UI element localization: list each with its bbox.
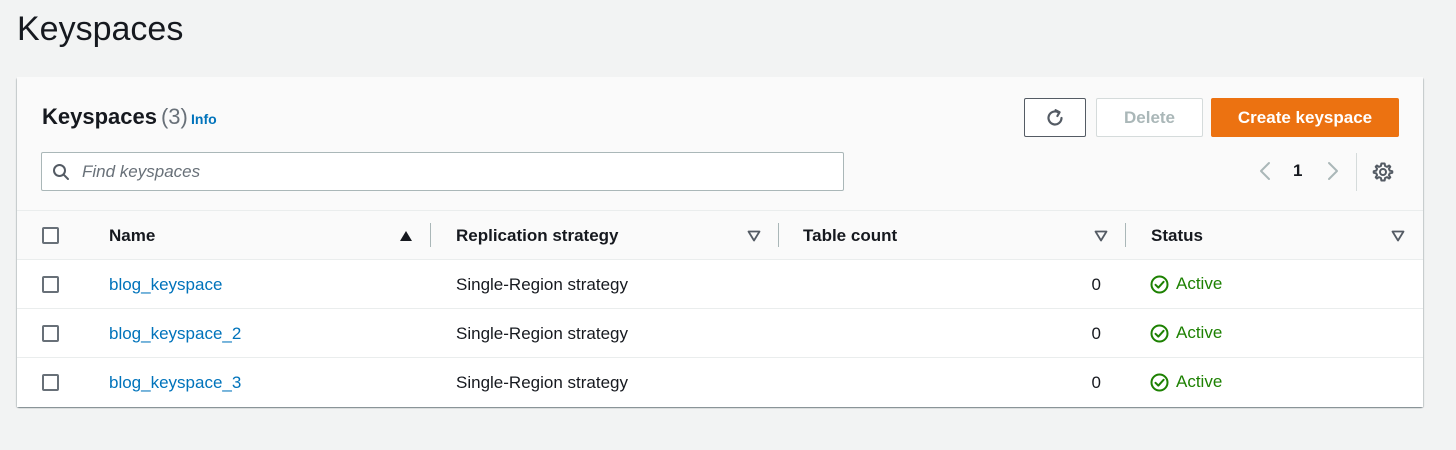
check-circle-icon xyxy=(1150,324,1169,342)
sort-icon[interactable] xyxy=(1094,230,1108,242)
table-header-row: Name Replication strategy Table count St… xyxy=(17,211,1423,260)
keyspace-name-link[interactable]: blog_keyspace xyxy=(109,275,222,295)
search-icon xyxy=(53,164,69,180)
keyspace-count: (3) xyxy=(160,104,188,129)
create-keyspace-button[interactable]: Create keyspace xyxy=(1211,98,1399,137)
column-divider[interactable] xyxy=(1125,223,1126,247)
chevron-right-icon[interactable] xyxy=(1325,160,1341,182)
row-checkbox[interactable] xyxy=(42,325,59,342)
page-title: Keyspaces xyxy=(17,10,184,48)
column-header-table-count[interactable]: Table count xyxy=(803,226,897,246)
column-divider[interactable] xyxy=(778,223,779,247)
replication-strategy-cell: Single-Region strategy xyxy=(456,275,628,294)
table-count-cell: 0 xyxy=(1091,324,1101,343)
table-count-cell: 0 xyxy=(1091,373,1101,392)
sort-icon[interactable] xyxy=(1391,230,1405,242)
status-badge: Active xyxy=(1150,274,1222,294)
keyspace-name-link[interactable]: blog_keyspace_2 xyxy=(109,324,241,344)
refresh-button[interactable] xyxy=(1024,98,1086,137)
status-text: Active xyxy=(1176,274,1223,293)
row-checkbox[interactable] xyxy=(42,276,59,293)
status-badge: Active xyxy=(1150,323,1222,343)
table-row: blog_keyspace_2 Single-Region strategy 0… xyxy=(17,309,1423,358)
replication-strategy-cell: Single-Region strategy xyxy=(456,324,628,343)
column-header-name[interactable]: Name xyxy=(109,226,155,246)
column-header-status[interactable]: Status xyxy=(1151,226,1203,246)
table-row: blog_keyspace Single-Region strategy 0 A… xyxy=(17,260,1423,309)
check-circle-icon xyxy=(1150,275,1169,293)
status-badge: Active xyxy=(1150,372,1222,392)
delete-button[interactable]: Delete xyxy=(1096,98,1203,137)
sort-icon[interactable] xyxy=(747,230,761,242)
table-header-panel: Keyspaces (3) Info Delete Create keyspace… xyxy=(17,77,1423,211)
sort-ascending-icon[interactable] xyxy=(399,230,413,242)
search-input[interactable] xyxy=(82,153,832,190)
keyspace-name-link[interactable]: blog_keyspace_3 xyxy=(109,373,241,393)
status-text: Active xyxy=(1176,323,1223,342)
table-count-cell: 0 xyxy=(1091,275,1101,294)
select-all-checkbox[interactable] xyxy=(42,227,59,244)
info-link[interactable]: Info xyxy=(191,111,217,127)
refresh-icon xyxy=(1047,108,1063,126)
status-text: Active xyxy=(1176,372,1223,391)
gear-icon[interactable] xyxy=(1372,161,1394,183)
check-circle-icon xyxy=(1150,373,1169,391)
keyspaces-table-container: Keyspaces (3) Info Delete Create keyspace… xyxy=(17,77,1423,407)
chevron-left-icon[interactable] xyxy=(1257,160,1273,182)
column-header-replication-strategy[interactable]: Replication strategy xyxy=(456,226,619,246)
page-number[interactable]: 1 xyxy=(1293,161,1302,181)
panel-title-text: Keyspaces xyxy=(42,104,157,129)
row-checkbox[interactable] xyxy=(42,374,59,391)
pagination-divider xyxy=(1356,153,1357,191)
column-divider[interactable] xyxy=(430,223,431,247)
panel-title: Keyspaces (3) xyxy=(42,104,188,130)
table-row: blog_keyspace_3 Single-Region strategy 0… xyxy=(17,358,1423,407)
search-box[interactable] xyxy=(41,152,844,191)
replication-strategy-cell: Single-Region strategy xyxy=(456,373,628,392)
